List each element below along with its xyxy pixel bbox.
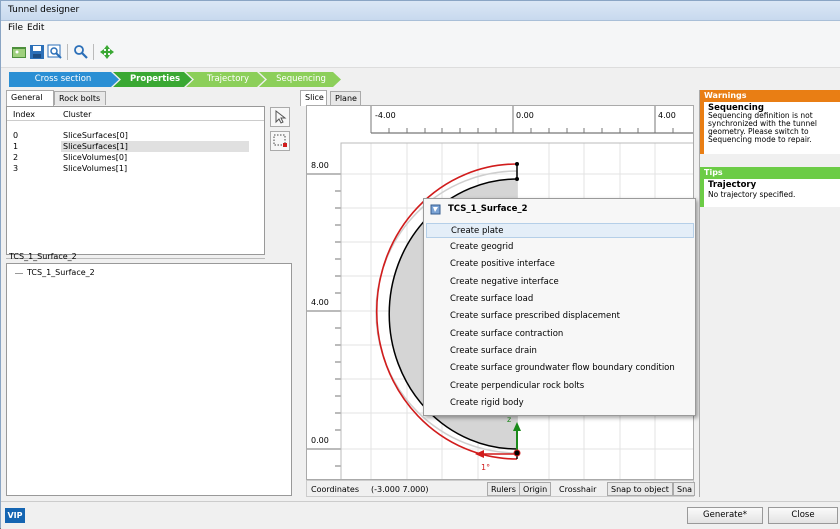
- row-index: 1: [13, 142, 19, 151]
- tab-slice[interactable]: Slice: [300, 90, 327, 106]
- tab-general[interactable]: General: [6, 90, 54, 106]
- ruler-label: 4.00: [658, 111, 676, 120]
- row-cluster: SliceSurfaces[0]: [63, 131, 128, 140]
- tunnel-designer-window: Tunnel designer File Edit Cross section …: [0, 0, 840, 529]
- menu-file[interactable]: File: [8, 23, 23, 33]
- menu-create-surface-contraction[interactable]: Create surface contraction: [426, 327, 694, 342]
- object-tree: TCS_1_Surface_2: [6, 263, 292, 496]
- zoom-icon[interactable]: [47, 44, 63, 60]
- crosshair-toggle[interactable]: Crosshair: [559, 485, 596, 494]
- menu-create-geogrid[interactable]: Create geogrid: [426, 240, 694, 255]
- coordinates-label: Coordinates: [311, 485, 360, 494]
- row-cluster: SliceVolumes[1]: [63, 164, 128, 173]
- cluster-table: Index Cluster 0 SliceSurfaces[0] SliceSu…: [6, 106, 265, 255]
- generate-button[interactable]: Generate*: [687, 507, 763, 524]
- row-cluster: SliceSurfaces[1]: [63, 142, 128, 151]
- tip-text: No trajectory specified.: [708, 190, 796, 199]
- toolbar: [1, 36, 840, 68]
- wizard-step-trajectory[interactable]: Trajectory: [194, 72, 262, 87]
- column-index[interactable]: Index: [13, 110, 35, 119]
- table-row[interactable]: 3 SliceVolumes[1]: [7, 163, 264, 174]
- menu-create-rigid-body[interactable]: Create rigid body: [426, 396, 694, 411]
- menu-create-surface-load[interactable]: Create surface load: [426, 292, 694, 307]
- column-cluster[interactable]: Cluster: [63, 110, 91, 119]
- menu-create-positive-interface[interactable]: Create positive interface: [426, 257, 694, 272]
- menu-create-plate[interactable]: Create plate: [426, 223, 694, 238]
- row-index: 0: [13, 131, 19, 140]
- ruler-label: 0.00: [516, 111, 534, 120]
- row-index: 2: [13, 153, 19, 162]
- table-row[interactable]: 0 SliceSurfaces[0]: [7, 130, 264, 141]
- tab-plane[interactable]: Plane: [330, 91, 361, 105]
- tips-header: Tips: [700, 167, 840, 179]
- status-bar: Coordinates (-3.000 7.000) Rulers Origin…: [306, 480, 695, 497]
- open-icon[interactable]: [11, 44, 27, 60]
- bottom-bar: VIP Generate* Close: [1, 501, 840, 529]
- menu-edit[interactable]: Edit: [27, 23, 44, 33]
- menu-create-perpendicular-rock-bolts[interactable]: Create perpendicular rock bolts: [426, 379, 694, 394]
- window-title: Tunnel designer: [8, 5, 80, 15]
- rect-select-icon: [273, 134, 287, 147]
- ruler-label: 4.00: [311, 298, 329, 307]
- title-bar: Tunnel designer: [1, 1, 840, 21]
- wizard-step-sequencing[interactable]: Sequencing: [267, 72, 335, 87]
- wizard-step-cross-section[interactable]: Cross section: [23, 72, 103, 87]
- rulers-button[interactable]: Rulers: [487, 482, 520, 496]
- coordinates-value: (-3.000 7.000): [371, 485, 429, 494]
- pointer-icon: [275, 109, 287, 124]
- wizard-step-properties[interactable]: Properties: [121, 72, 189, 87]
- messages-panel: Warnings Sequencing Sequencing definitio…: [699, 90, 840, 497]
- axis-label: z: [507, 415, 512, 424]
- tree-item[interactable]: TCS_1_Surface_2: [27, 268, 95, 277]
- table-row-selected[interactable]: SliceSurfaces[1]: [61, 141, 249, 152]
- point-label: 1°: [481, 463, 491, 472]
- warning-message: Sequencing Sequencing definition is not …: [700, 102, 840, 154]
- row-cluster: SliceVolumes[0]: [63, 153, 128, 162]
- table-row-index[interactable]: 1: [7, 141, 57, 152]
- search-icon[interactable]: [73, 44, 89, 60]
- row-index: 3: [13, 164, 19, 173]
- snap-button[interactable]: Sna: [673, 482, 695, 496]
- ruler-label: 0.00: [311, 436, 329, 445]
- tree-line: [15, 273, 23, 274]
- menu-create-surface-prescribed-displacement[interactable]: Create surface prescribed displacement: [426, 309, 694, 324]
- origin-button[interactable]: Origin: [519, 482, 552, 496]
- tab-rock-bolts[interactable]: Rock bolts: [54, 91, 106, 105]
- context-menu-title: TCS_1_Surface_2: [448, 204, 528, 214]
- snap-to-object-button[interactable]: Snap to object: [607, 482, 673, 496]
- left-panel: General Rock bolts Index Cluster 0 Slice…: [6, 90, 296, 497]
- select-tool-button[interactable]: [270, 107, 290, 127]
- vip-logo: VIP: [5, 508, 25, 523]
- context-menu: TCS_1_Surface_2 Create plate Create geog…: [423, 198, 696, 416]
- menu-create-surface-groundwater-flow-bc[interactable]: Create surface groundwater flow boundary…: [426, 361, 694, 376]
- warnings-header: Warnings: [700, 90, 840, 102]
- menu-bar: File Edit: [1, 21, 840, 36]
- rect-select-button[interactable]: [270, 131, 290, 151]
- table-header: Index Cluster: [7, 107, 264, 121]
- table-row[interactable]: 2 SliceVolumes[0]: [7, 152, 264, 163]
- surface-icon: [430, 204, 441, 215]
- tip-message: Trajectory No trajectory specified.: [700, 179, 840, 207]
- save-icon[interactable]: [29, 44, 45, 60]
- close-button[interactable]: Close: [768, 507, 838, 524]
- menu-create-negative-interface[interactable]: Create negative interface: [426, 275, 694, 290]
- warning-line: Sequencing mode to repair.: [708, 135, 812, 144]
- tip-title: Trajectory: [708, 180, 757, 190]
- menu-create-surface-drain[interactable]: Create surface drain: [426, 344, 694, 359]
- ruler-label: 8.00: [311, 161, 329, 170]
- move-icon[interactable]: [99, 44, 115, 60]
- ruler-label: -4.00: [375, 111, 396, 120]
- selection-title: TCS_1_Surface_2: [9, 252, 77, 261]
